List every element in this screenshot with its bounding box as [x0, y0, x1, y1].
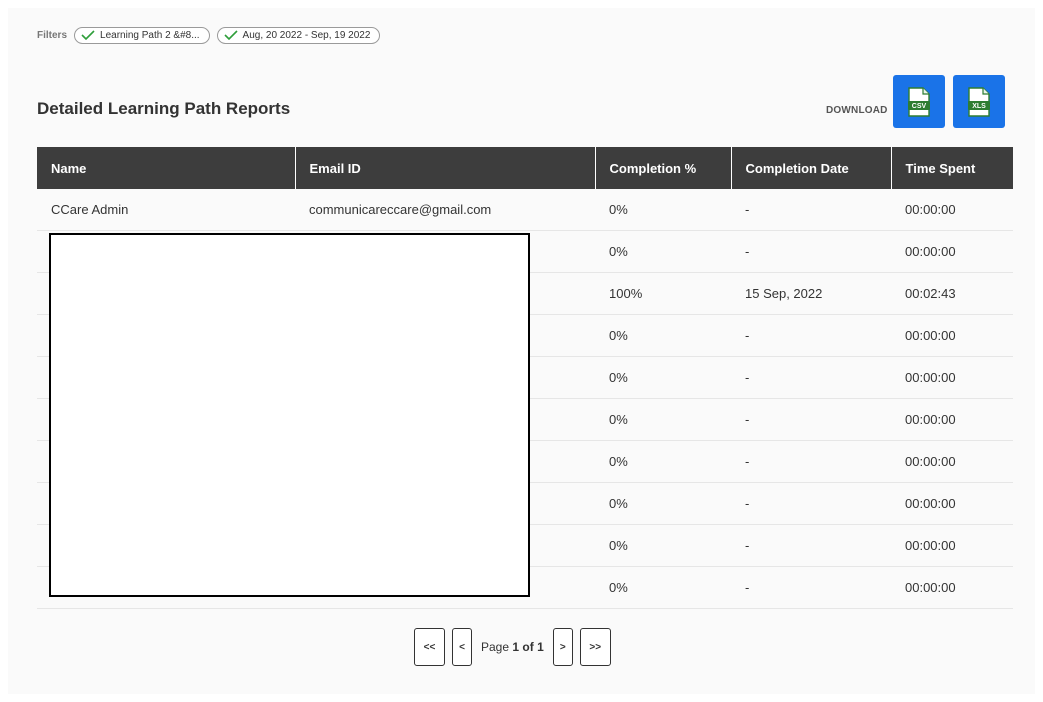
cell-completion-date: - [731, 356, 891, 399]
cell-time-spent: 00:00:00 [891, 524, 1013, 567]
filter-chip-label: Learning Path 2 &#8... [100, 29, 200, 41]
cell-email: communicareccare@gmail.com [295, 189, 595, 231]
cell-completion-date: 15 Sep, 2022 [731, 272, 891, 315]
page-indicator: Page 1 of 1 [481, 640, 544, 654]
table-row: CCare Admin communicareccare@gmail.com 0… [37, 189, 1013, 231]
csv-file-icon: CSV [908, 86, 930, 117]
check-icon [223, 30, 238, 40]
cell-completion: 0% [595, 524, 731, 567]
column-header-name[interactable]: Name [37, 147, 296, 189]
cell-completion: 0% [595, 356, 731, 399]
cell-time-spent: 00:00:00 [891, 398, 1013, 441]
download-csv-button[interactable]: CSV [893, 75, 945, 128]
of-word: of [522, 640, 534, 654]
cell-time-spent: 00:00:00 [891, 189, 1013, 231]
cell-completion-date: - [731, 189, 891, 231]
cell-completion-date: - [731, 566, 891, 609]
csv-label: CSV [912, 103, 927, 110]
cell-completion-date: - [731, 482, 891, 525]
cell-completion: 100% [595, 272, 731, 315]
cell-completion: 0% [595, 314, 731, 357]
check-icon [81, 30, 95, 40]
filter-chip-learning-path[interactable]: Learning Path 2 &#8... [74, 26, 210, 44]
cell-time-spent: 00:00:00 [891, 314, 1013, 357]
page-prefix: Page [481, 640, 510, 654]
column-header-time-spent[interactable]: Time Spent [891, 147, 1013, 189]
cell-completion: 0% [595, 482, 731, 525]
column-header-completion-date[interactable]: Completion Date [731, 147, 892, 189]
cell-completion: 0% [595, 440, 731, 483]
cell-completion-date: - [731, 440, 891, 483]
cell-time-spent: 00:00:00 [891, 356, 1013, 399]
pagination: << < Page 1 of 1 > >> [414, 627, 611, 667]
filters-label: Filters [37, 29, 68, 41]
column-header-completion[interactable]: Completion % [595, 147, 732, 189]
cell-completion: 0% [595, 230, 731, 273]
xls-label: XLS [972, 103, 986, 110]
prev-page-button[interactable]: < [452, 628, 472, 666]
last-page-button[interactable]: >> [579, 628, 611, 666]
cell-name: CCare Admin [37, 189, 295, 231]
cell-time-spent: 00:02:43 [891, 272, 1013, 315]
cell-time-spent: 00:00:00 [891, 482, 1013, 525]
table-header-row: Name Email ID Completion % Completion Da… [37, 147, 1013, 189]
cell-completion: 0% [595, 566, 731, 609]
column-header-email[interactable]: Email ID [295, 147, 596, 189]
cell-completion-date: - [731, 230, 891, 273]
cell-completion-date: - [731, 398, 891, 441]
cell-completion-date: - [731, 524, 891, 567]
first-page-button[interactable]: << [414, 628, 445, 666]
download-xls-button[interactable]: XLS [953, 75, 1005, 128]
cell-completion: 0% [595, 398, 731, 441]
current-page: 1 [512, 640, 520, 654]
cell-time-spent: 00:00:00 [891, 230, 1013, 273]
filter-chip-label: Aug, 20 2022 - Sep, 19 2022 [242, 29, 371, 41]
redaction-box [49, 233, 530, 597]
cell-time-spent: 00:00:00 [891, 566, 1013, 609]
xls-file-icon: XLS [968, 86, 990, 117]
download-label: DOWNLOAD [826, 105, 888, 116]
next-page-button[interactable]: > [552, 628, 573, 666]
cell-time-spent: 00:00:00 [891, 440, 1013, 483]
cell-completion-date: - [731, 314, 891, 357]
filters-bar: Filters Learning Path 2 &#8... Aug, 20 2… [37, 24, 381, 46]
total-pages: 1 [537, 640, 544, 654]
cell-completion: 0% [595, 189, 731, 231]
filter-chip-date-range[interactable]: Aug, 20 2022 - Sep, 19 2022 [216, 26, 381, 44]
page-title: Detailed Learning Path Reports [37, 99, 291, 118]
